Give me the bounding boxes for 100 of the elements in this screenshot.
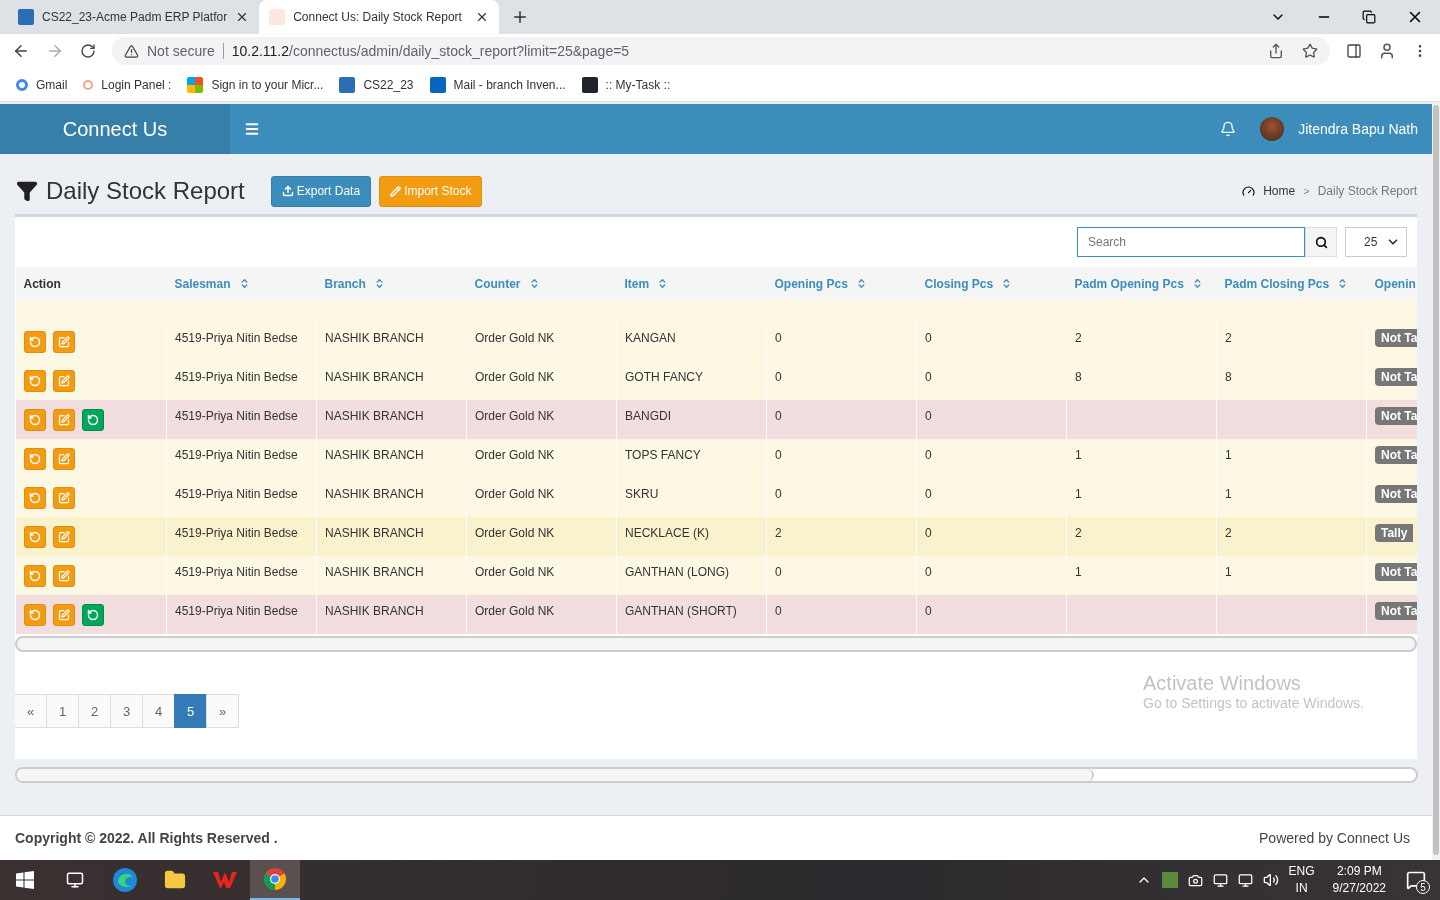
restore-icon[interactable] (1362, 10, 1376, 24)
notifications-icon[interactable] (1406, 870, 1426, 890)
security-label[interactable]: Not secure (147, 43, 224, 59)
reset-button[interactable] (24, 369, 46, 392)
table-cell: Order Gold NK (475, 369, 555, 384)
vertical-scrollbar[interactable] (1432, 103, 1440, 860)
reset-button[interactable] (24, 525, 46, 548)
page-link[interactable]: 4 (142, 694, 175, 728)
display-icon[interactable] (1212, 872, 1228, 888)
column-header[interactable]: Padm Opening Pcs (1066, 267, 1217, 300)
rotate-icon (29, 491, 41, 504)
column-header[interactable]: Counter (466, 267, 617, 300)
task-view-icon[interactable] (66, 871, 84, 889)
reset-button[interactable] (24, 330, 46, 353)
wps-icon[interactable] (212, 870, 238, 890)
chrome-icon[interactable] (263, 867, 287, 891)
camera-icon[interactable] (1187, 872, 1203, 888)
page-size-select[interactable]: 25 (1345, 227, 1407, 257)
breadcrumb-link[interactable]: Home (1263, 184, 1296, 198)
bookmark[interactable]: Sign in to your Micr... (187, 76, 324, 93)
side-panel-icon[interactable] (1346, 43, 1362, 59)
bookmark[interactable]: CS22_23 (339, 76, 414, 93)
user-avatar[interactable] (1260, 117, 1285, 141)
browser-tab[interactable]: CS22_23-Acme Padm ERP Platfor (8, 0, 260, 34)
bookmark[interactable]: Gmail (16, 77, 68, 92)
favicon-icon (429, 76, 446, 93)
page-link[interactable]: « (15, 694, 47, 728)
table-cell: 2 (1225, 525, 1232, 540)
search-button[interactable] (1305, 227, 1337, 257)
column-header[interactable]: Salesman (166, 267, 317, 300)
page-link[interactable]: 1 (46, 694, 79, 728)
rotate-icon (29, 569, 41, 582)
reset-button[interactable] (24, 486, 46, 509)
edit-button[interactable] (53, 603, 75, 626)
table-cell: 2 (775, 525, 782, 540)
share-icon[interactable] (1268, 43, 1284, 59)
horizontal-scrollbar[interactable] (15, 767, 1418, 783)
star-icon[interactable] (1302, 43, 1318, 59)
breadcrumb-separator: > (1303, 185, 1310, 197)
restore-button[interactable] (82, 603, 104, 626)
edit-icon (58, 569, 70, 582)
url-field[interactable]: 10.2.11.2/connectus/admin/daily_stock_report?limit=25&page=5 (231, 43, 630, 59)
column-header[interactable]: Item (616, 267, 767, 300)
bookmark[interactable]: :: My-Task :: (581, 76, 671, 93)
search-field[interactable]: Search (1077, 227, 1305, 257)
folder-icon[interactable] (164, 869, 186, 891)
table-cell: SKRU (625, 486, 659, 501)
column-header[interactable]: Closing Pcs (916, 267, 1067, 300)
brand-logo[interactable]: Connect Us (0, 104, 230, 154)
edit-button[interactable] (53, 369, 75, 392)
back-icon[interactable] (12, 42, 30, 60)
table-cell: BANGDI (625, 408, 671, 423)
column-header: Action (15, 267, 167, 300)
browser-tab[interactable]: Connect Us: Daily Stock Report (259, 0, 500, 34)
edge-icon[interactable] (112, 867, 138, 893)
edit-button[interactable] (53, 564, 75, 587)
edit-icon (58, 452, 70, 465)
reload-icon[interactable] (80, 43, 96, 59)
page-link[interactable]: 5 (174, 694, 207, 728)
edit-button[interactable] (53, 486, 75, 509)
edit-button[interactable] (53, 408, 75, 431)
page-link[interactable]: 3 (110, 694, 143, 728)
table-cell: 4519-Priya Nitin Bedse (175, 486, 298, 501)
language-indicator[interactable]: ENG IN (1288, 863, 1315, 897)
network-icon[interactable] (1237, 872, 1253, 888)
table-cell: 4519-Priya Nitin Bedse (175, 564, 298, 579)
reset-button[interactable] (24, 564, 46, 587)
volume-icon[interactable] (1262, 872, 1279, 888)
status-badge: Not Ta (1375, 562, 1417, 581)
table-cell: 4519-Priya Nitin Bedse (175, 603, 298, 618)
column-header[interactable]: Padm Closing Pcs (1216, 267, 1367, 300)
table-cell: Order Gold NK (475, 447, 555, 462)
reset-button[interactable] (24, 447, 46, 470)
edit-icon (58, 530, 70, 543)
edit-button[interactable] (53, 525, 75, 548)
profile-icon[interactable] (1378, 42, 1396, 60)
reset-button[interactable] (24, 408, 46, 431)
column-header[interactable]: Opening Pcs (766, 267, 917, 300)
table-cell: NASHIK BRANCH (325, 525, 424, 540)
favicon-icon (16, 78, 28, 91)
status-badge: Not Ta (1375, 406, 1417, 425)
bookmark[interactable]: Login Panel : (83, 77, 172, 92)
favicon-icon (18, 9, 34, 25)
reset-button[interactable] (24, 603, 46, 626)
app-tray-icon[interactable] (1161, 872, 1178, 888)
edit-button[interactable] (53, 447, 75, 470)
edit-button[interactable] (53, 330, 75, 353)
breadcrumb-link[interactable]: Daily Stock Report (1317, 184, 1417, 198)
clock[interactable]: 2:09 PM 9/27/2022 (1332, 863, 1386, 897)
page-link[interactable]: 2 (78, 694, 111, 728)
table-cell: 4519-Priya Nitin Bedse (175, 408, 298, 423)
horizontal-scrollbar[interactable] (15, 636, 1417, 652)
user-name[interactable]: Jitendra Bapu Nath (1298, 121, 1418, 137)
column-header[interactable]: Branch (316, 267, 467, 300)
bell-icon[interactable] (1220, 121, 1237, 137)
forward-icon[interactable] (46, 42, 64, 60)
page-link[interactable]: » (206, 694, 239, 728)
bookmark[interactable]: Mail - branch Inven... (429, 76, 566, 93)
restore-button[interactable] (82, 408, 104, 431)
export-button[interactable]: Export Data (270, 175, 372, 207)
